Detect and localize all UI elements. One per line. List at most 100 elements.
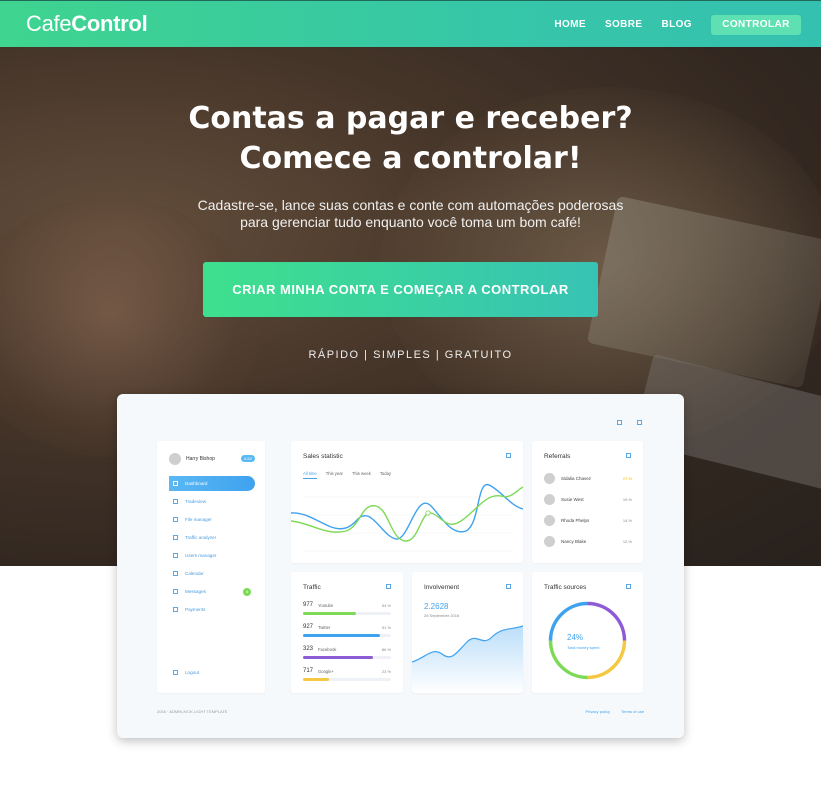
hero-subtitle: Cadastre-se, lance suas contas e conte c… (0, 197, 821, 231)
messages-badge: 4 (243, 588, 251, 596)
referral-value: 14.% (622, 518, 632, 523)
referral-value: 12.% (622, 539, 632, 544)
traffic-value: 717 (303, 668, 314, 674)
user-badge: 6.52 (241, 455, 255, 462)
user-name: Harry Bishop (186, 456, 215, 462)
referral-name: Rhoda Phelps (561, 518, 590, 523)
menu-item-messages: Messages 4 (169, 584, 255, 602)
site-logo[interactable]: CafeControl (26, 11, 148, 37)
traffic-bar (303, 612, 391, 615)
traffic-value: 977 (303, 602, 314, 608)
sources-percent: 24% (567, 633, 584, 642)
traffic-value: 927 (303, 624, 314, 630)
preview-menu: Dashboard Tradeview File manager Traffic… (169, 476, 255, 620)
menu-label: Messages (185, 589, 206, 594)
card-title: Referrals (544, 453, 571, 460)
traffic-sources-card: Traffic sources 24% Total money spent (532, 572, 643, 693)
preview-sidebar: Harry Bishop 6.52 Dashboard Tradeview Fi… (157, 441, 265, 693)
traffic-percent: 54 % (381, 603, 391, 608)
avatar (544, 536, 555, 547)
headline-line-2: Comece a controlar! (239, 141, 582, 176)
sales-highlight-point (425, 510, 431, 516)
nav-blog-link[interactable]: BLOG (662, 19, 693, 30)
traffic-percent: 86 % (381, 647, 391, 652)
menu-item-calendar: Calendar (169, 566, 255, 584)
dashboard-preview: Harry Bishop 6.52 Dashboard Tradeview Fi… (117, 394, 684, 738)
nav-sobre-link[interactable]: SOBRE (605, 19, 643, 30)
referral-row: Rhoda Phelps 14.% (544, 515, 632, 527)
sales-line-chart (291, 483, 523, 552)
referral-row: Susie West 19.% (544, 494, 632, 506)
menu-item-dashboard: Dashboard (169, 476, 255, 491)
card-menu-icon (386, 584, 391, 589)
headline-line-1: Contas a pagar e receber? (188, 101, 633, 136)
tradeview-icon (173, 499, 178, 504)
tab-this-week: This week (351, 471, 371, 476)
menu-label: Payments (185, 607, 206, 612)
logo-cafe: Cafe (26, 11, 72, 36)
referral-row: Sidalia Chavez 27.% (544, 473, 632, 485)
referrals-card: Referrals Sidalia Chavez 27.% Susie West 1… (532, 441, 643, 563)
preview-user: Harry Bishop 6.52 (169, 453, 255, 465)
logo-control: Control (71, 11, 148, 36)
menu-item-tradeview: Tradeview (169, 494, 255, 512)
traffic-row: 927 Twitter 91 % (303, 624, 391, 637)
referral-value: 19.% (622, 497, 632, 502)
referral-name: Sidalia Chavez (561, 476, 592, 481)
terms-of-use-link: Terms of use (621, 709, 644, 714)
traffic-sources-donut (548, 601, 627, 680)
preview-footer-copyright: 2016 · ADMIN-KICK LIGHT TEMPLATE (157, 709, 228, 714)
card-title: Involvement (424, 584, 460, 591)
traffic-label: Facebook (318, 647, 337, 652)
traffic-row: 323 Facebook 86 % (303, 646, 391, 659)
traffic-bar-fill (303, 634, 381, 637)
hero-headline: Contas a pagar e receber? Comece a contr… (0, 99, 821, 179)
sources-label: Total money spent (567, 645, 600, 650)
top-navbar: CafeControl HOME SOBRE BLOG CONTROLAR (0, 0, 821, 47)
involvement-area-chart (412, 625, 523, 693)
menu-label: Tradeview (185, 499, 207, 504)
logout-icon (173, 670, 178, 675)
traffic-percent: 91 % (381, 625, 391, 630)
traffic-row: 717 Google+ 23 % (303, 668, 391, 681)
main-nav: HOME SOBRE BLOG CONTROLAR (535, 1, 801, 48)
nav-controlar-button[interactable]: CONTROLAR (711, 14, 801, 35)
nav-home-link[interactable]: HOME (554, 19, 586, 30)
card-menu-icon (506, 584, 511, 589)
traffic-bar-fill (303, 656, 374, 659)
referral-name: Nancy Blake (561, 539, 587, 544)
menu-label: Logout (185, 670, 200, 675)
menu-item-traffic-analyzer: Traffic analyzer (169, 530, 255, 548)
avatar (544, 515, 555, 526)
traffic-icon (173, 535, 178, 540)
settings-icon (637, 420, 642, 425)
traffic-label: Twitter (318, 625, 331, 630)
traffic-bar (303, 678, 391, 681)
menu-label: Users manager (185, 553, 217, 558)
menu-label: File manager (185, 517, 212, 522)
traffic-value: 323 (303, 646, 314, 652)
hero-tagline: RÁPIDO | SIMPLES | GRATUITO (308, 349, 513, 361)
referral-value: 27.% (622, 476, 632, 481)
involvement-value: 2.2628 (424, 602, 449, 611)
create-account-button[interactable]: CRIAR MINHA CONTA E COMEÇAR A CONTROLAR (203, 262, 598, 317)
privacy-policy-link: Privacy policy (585, 709, 610, 714)
traffic-card: Traffic 977 Youtube 54 % 927 Twitter 91 … (291, 572, 403, 693)
preview-footer: 2016 · ADMIN-KICK LIGHT TEMPLATE Privacy… (157, 709, 644, 714)
dashboard-icon (173, 481, 178, 486)
traffic-percent: 23 % (381, 669, 391, 674)
subtitle-line-2: para gerenciar tudo enquanto você toma u… (240, 214, 581, 230)
traffic-row: 977 Youtube 54 % (303, 602, 391, 615)
referral-row: Nancy Blake 12.% (544, 536, 632, 548)
sales-tabs: All time This year This week Today (303, 471, 400, 479)
menu-item-users-manager: Users manager (169, 548, 255, 566)
expand-icon (617, 420, 622, 425)
traffic-label: Google+ (318, 669, 334, 674)
menu-item-payments: Payments (169, 602, 255, 620)
menu-label: Calendar (185, 571, 204, 576)
card-title: Traffic (303, 584, 321, 591)
avatar (544, 473, 555, 484)
traffic-bar-fill (303, 612, 356, 615)
card-menu-icon (626, 453, 631, 458)
sales-statistic-card: Sales statistic All time This year This … (291, 441, 523, 563)
